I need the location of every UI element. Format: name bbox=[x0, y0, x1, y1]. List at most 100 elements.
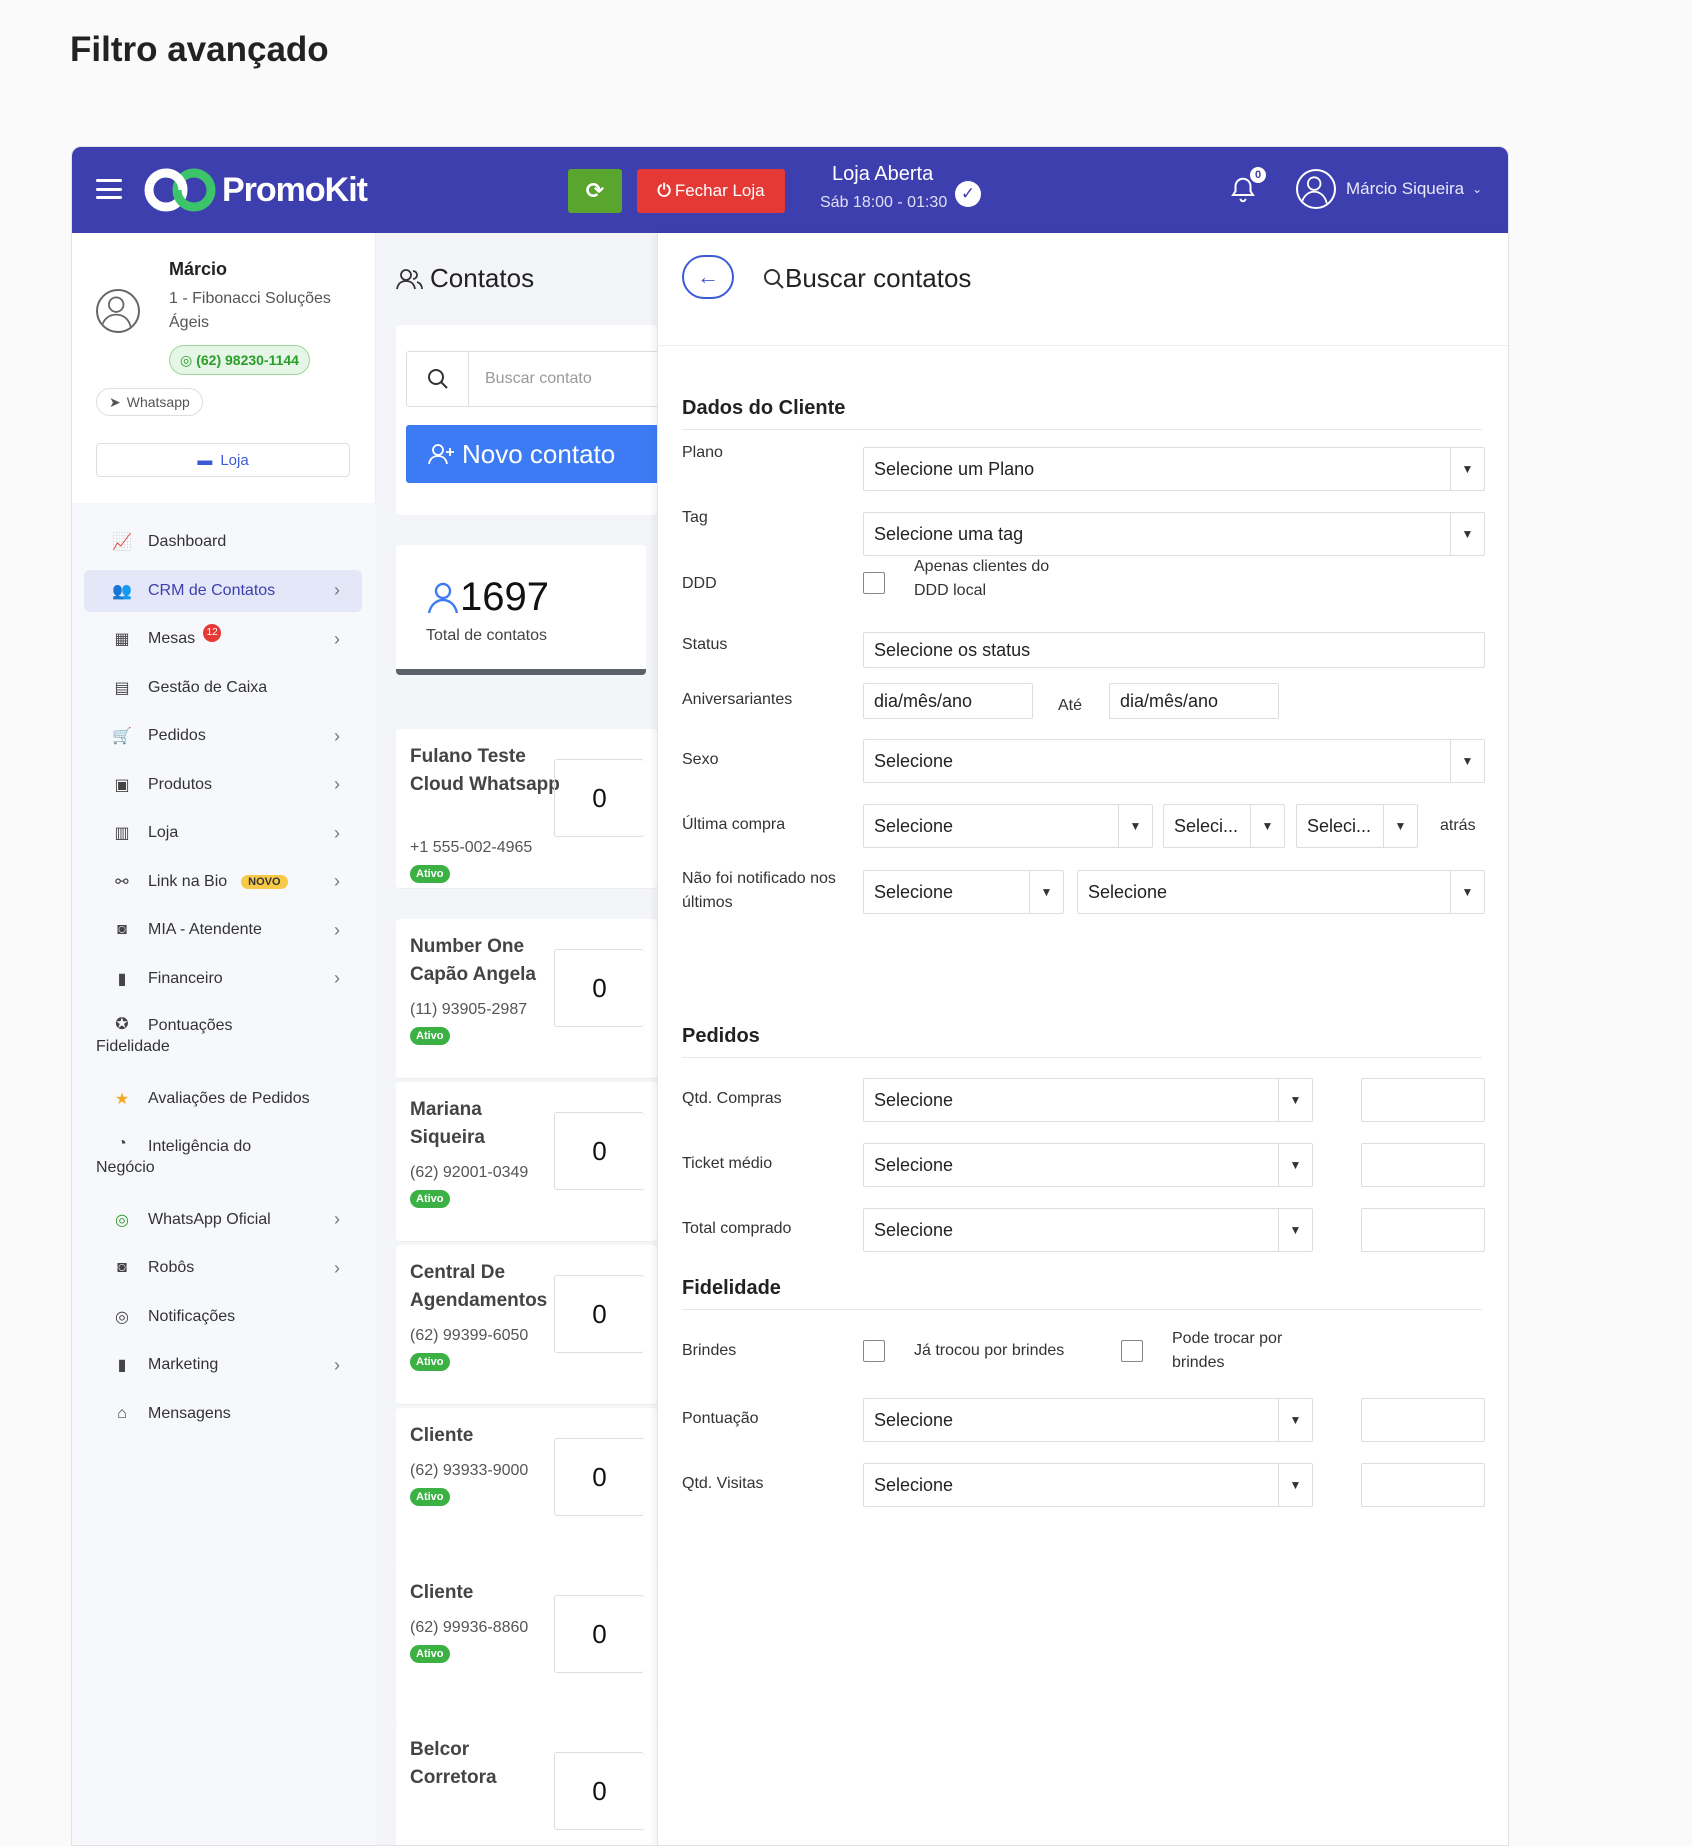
sidebar-item-label: Inteligência do bbox=[148, 1137, 252, 1155]
search-icon bbox=[407, 352, 469, 406]
status-input[interactable]: Selecione os status bbox=[863, 632, 1485, 668]
users-icon bbox=[396, 268, 423, 289]
ultima-compra-unit-select[interactable]: Seleci... ▼ bbox=[1296, 804, 1418, 848]
refresh-button[interactable]: ⟳ bbox=[568, 169, 622, 213]
sidebar-item-2[interactable]: ▦ Mesas 12 › bbox=[84, 618, 362, 660]
ticket-medio-select[interactable]: Selecione ▼ bbox=[863, 1143, 1313, 1187]
tag-select[interactable]: Selecione uma tag ▼ bbox=[863, 512, 1485, 556]
contact-card[interactable]: Fulano Teste Cloud Whatsapp +1 555-002-49… bbox=[396, 729, 657, 889]
label-total-comprado: Total comprado bbox=[682, 1220, 792, 1237]
sidebar-item-11[interactable]: ★ Avaliações de Pedidos bbox=[84, 1078, 362, 1120]
label-status: Status bbox=[682, 636, 728, 653]
caret-down-icon: ▼ bbox=[1450, 448, 1484, 490]
contact-name: Mariana Siqueira bbox=[410, 1099, 485, 1148]
divider bbox=[682, 1057, 1482, 1058]
whatsapp-channel-badge[interactable]: ➤ Whatsapp bbox=[96, 388, 203, 416]
sidebar-item-13[interactable]: ◎ WhatsApp Oficial › bbox=[84, 1199, 362, 1241]
back-button[interactable]: ← bbox=[682, 255, 734, 299]
sidebar-item-14[interactable]: ◙ Robôs › bbox=[84, 1247, 362, 1289]
caret-down-icon: ▼ bbox=[1278, 1399, 1312, 1441]
contact-name: Belcor Corretora bbox=[410, 1739, 497, 1788]
sidebar-item-6[interactable]: ▥ Loja › bbox=[84, 812, 362, 854]
sidebar-item-4[interactable]: 🛒 Pedidos › bbox=[84, 715, 362, 757]
sidebar-item-0[interactable]: 📈 Dashboard bbox=[84, 521, 362, 563]
pontuacao-select[interactable]: Selecione ▼ bbox=[863, 1398, 1313, 1442]
contact-name: Cliente bbox=[410, 1425, 474, 1446]
sidebar-item-7[interactable]: ⚯ Link na Bio NOVO › bbox=[84, 861, 362, 903]
birthday-from-input[interactable]: dia/mês/ano bbox=[863, 683, 1033, 719]
total-comprado-select[interactable]: Selecione ▼ bbox=[863, 1208, 1313, 1252]
contact-phone: (11) 93905-2987 bbox=[410, 1001, 528, 1018]
medal-icon: ✪ bbox=[115, 1016, 129, 1033]
sidebar-item-5[interactable]: ▣ Produtos › bbox=[84, 764, 362, 806]
menu-icon[interactable] bbox=[96, 179, 122, 199]
sidebar: Márcio 1 - Fibonacci Soluções Ágeis ◎ (62… bbox=[72, 233, 376, 1845]
ultima-compra-amount-select[interactable]: Seleci... ▼ bbox=[1163, 804, 1285, 848]
sidebar-item-3[interactable]: ▤ Gestão de Caixa bbox=[84, 667, 362, 709]
contact-status-badge: Ativo bbox=[410, 1645, 450, 1663]
store-status-label: Loja Aberta bbox=[832, 163, 934, 185]
close-store-label: Fechar Loja bbox=[674, 181, 765, 200]
plano-select[interactable]: Selecione um Plano ▼ bbox=[863, 447, 1485, 491]
store-button[interactable]: ▬ Loja bbox=[96, 443, 350, 477]
sexo-select[interactable]: Selecione ▼ bbox=[863, 739, 1485, 783]
pode-trocar-checkbox[interactable] bbox=[1121, 1340, 1143, 1362]
contact-name: Number One Capão Angela bbox=[410, 936, 536, 985]
contact-card[interactable]: Cliente (62) 99936-8860 Ativo 0 bbox=[396, 1565, 657, 1725]
contact-search[interactable]: Buscar contato bbox=[406, 351, 661, 407]
sitemap-icon: ⚯ bbox=[115, 873, 129, 891]
sidebar-item-8[interactable]: ◙ MIA - Atendente › bbox=[84, 909, 362, 951]
total-comprado-input[interactable] bbox=[1361, 1208, 1485, 1252]
contact-card[interactable]: Central De Agendamentos (62) 99399-6050 At… bbox=[396, 1245, 657, 1405]
sidebar-item-17[interactable]: ⌂ Mensagens bbox=[84, 1393, 362, 1435]
contact-card[interactable]: Number One Capão Angela (11) 93905-2987 At… bbox=[396, 919, 657, 1079]
ultima-compra-select[interactable]: Selecione ▼ bbox=[863, 804, 1153, 848]
qtd-visitas-value: Selecione bbox=[874, 1474, 954, 1495]
birthday-to-input[interactable]: dia/mês/ano bbox=[1109, 683, 1279, 719]
profile-avatar-icon bbox=[96, 289, 140, 333]
divider bbox=[682, 429, 1482, 430]
ticket-medio-input[interactable] bbox=[1361, 1143, 1485, 1187]
sidebar-item-12[interactable]: ◔ Inteligência do Negócio bbox=[84, 1127, 362, 1183]
ja-trocou-checkbox[interactable] bbox=[863, 1340, 885, 1362]
contact-count: 0 bbox=[554, 1275, 644, 1353]
sidebar-item-9[interactable]: ▮ Financeiro › bbox=[84, 958, 362, 1000]
search-input[interactable]: Buscar contato bbox=[485, 370, 592, 388]
contact-status-badge: Ativo bbox=[410, 1190, 450, 1208]
chevron-right-icon: › bbox=[334, 1209, 340, 1229]
sidebar-item-10[interactable]: ✪ Pontuações Fidelidade bbox=[84, 1006, 362, 1062]
profile-phone[interactable]: ◎ (62) 98230-1144 bbox=[169, 345, 310, 375]
close-store-button[interactable]: ⏻ Fechar Loja bbox=[637, 169, 785, 213]
user-icon bbox=[427, 582, 459, 613]
notif-amount-select[interactable]: Selecione ▼ bbox=[863, 870, 1064, 914]
user-menu[interactable]: Márcio Siqueira ⌄ bbox=[1296, 169, 1482, 209]
contact-status-badge: Ativo bbox=[410, 1027, 450, 1045]
qtd-compras-select[interactable]: Selecione ▼ bbox=[863, 1078, 1313, 1122]
label-brindes: Brindes bbox=[682, 1342, 737, 1359]
qtd-visitas-select[interactable]: Selecione ▼ bbox=[863, 1463, 1313, 1507]
contact-card[interactable]: Cliente (62) 93933-9000 Ativo 0 bbox=[396, 1408, 657, 1568]
sidebar-item-label: MIA - Atendente bbox=[148, 921, 262, 938]
whatsapp-icon: ◎ bbox=[115, 1308, 129, 1326]
pontuacao-input[interactable] bbox=[1361, 1398, 1485, 1442]
chevron-right-icon: › bbox=[334, 822, 340, 843]
table-icon: ▦ bbox=[114, 631, 130, 648]
new-contact-button[interactable]: Novo contato bbox=[406, 425, 661, 483]
sidebar-item-15[interactable]: ◎ Notificações bbox=[84, 1296, 362, 1338]
profile-phone-text: (62) 98230-1144 bbox=[196, 352, 299, 368]
sidebar-item-16[interactable]: ▮ Marketing › bbox=[84, 1344, 362, 1386]
logo[interactable]: PromoKit bbox=[144, 167, 368, 213]
sidebar-item-label: Financeiro bbox=[148, 969, 223, 987]
sidebar-item-1[interactable]: 👥 CRM de Contatos › bbox=[84, 569, 362, 612]
qtd-compras-input[interactable] bbox=[1361, 1078, 1485, 1122]
contact-card[interactable]: Mariana Siqueira (62) 92001-0349 Ativo 0 bbox=[396, 1082, 657, 1242]
qtd-visitas-input[interactable] bbox=[1361, 1463, 1485, 1507]
notif-unit-select[interactable]: Selecione ▼ bbox=[1077, 870, 1485, 914]
total-comprado-value: Selecione bbox=[874, 1219, 954, 1240]
contact-count: 0 bbox=[554, 949, 644, 1027]
profile-company: 1 - Fibonacci Soluções Ágeis bbox=[169, 290, 331, 331]
label-pontuacao: Pontuação bbox=[682, 1410, 759, 1427]
ddd-checkbox[interactable] bbox=[863, 572, 885, 594]
app-window: PromoKit ⟳ ⏻ Fechar Loja Loja Aberta Sáb … bbox=[71, 146, 1509, 1846]
contact-card[interactable]: Belcor Corretora 0 bbox=[396, 1722, 657, 1845]
